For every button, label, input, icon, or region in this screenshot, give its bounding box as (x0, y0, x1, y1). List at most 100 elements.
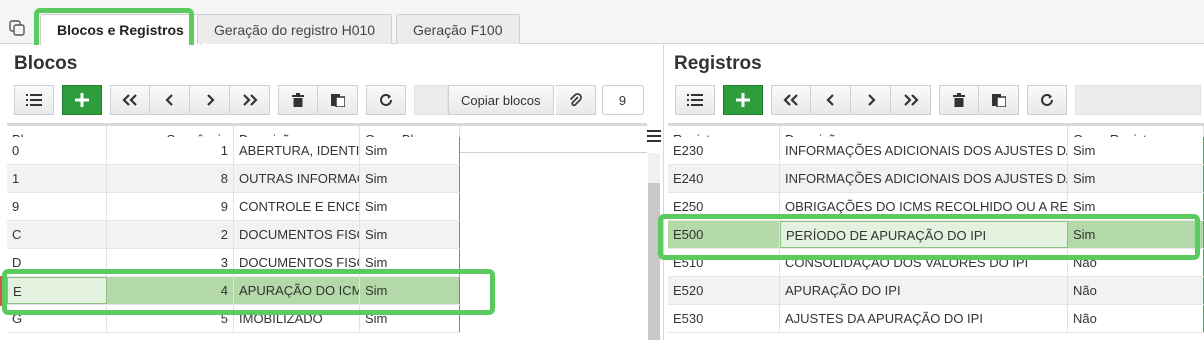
prev-button[interactable] (150, 85, 190, 115)
cell-bloco[interactable]: 9 (7, 193, 107, 220)
table-row[interactable]: E230 INFORMAÇÕES ADICIONAIS DOS AJUSTES D… (668, 137, 1204, 165)
cell-descricao[interactable]: CONTROLE E ENCERRAMENTO (234, 193, 360, 220)
next-button[interactable] (851, 85, 891, 115)
cell-descricao[interactable]: IMOBILIZADO (234, 305, 360, 332)
cell-bloco[interactable]: 0 (7, 137, 107, 164)
cell-registro[interactable]: E500 (668, 221, 780, 248)
registros-title: Registros (674, 53, 762, 74)
table-row[interactable]: E500 PERÍODO DE APURAÇÃO DO IPI Sim (668, 221, 1204, 249)
cell-descricao[interactable]: DOCUMENTOS FISCAIS I (234, 221, 360, 248)
refresh-button[interactable] (1027, 85, 1067, 115)
cell-gerar-registro[interactable]: Sim (1068, 165, 1204, 192)
table-row[interactable]: E240 INFORMAÇÕES ADICIONAIS DOS AJUSTES D… (668, 165, 1204, 193)
cell-gerar-bloco[interactable]: Sim (360, 193, 460, 220)
delete-button[interactable] (939, 85, 979, 115)
grid-menu-icon[interactable] (647, 129, 661, 143)
cell-descricao[interactable]: INFORMAÇÕES ADICIONAIS DOS AJUSTES DA AP… (780, 165, 1068, 192)
table-row[interactable]: C2DOCUMENTOS FISCAIS ISim (7, 221, 460, 249)
cell-bloco[interactable]: 1 (7, 165, 107, 192)
attach-button[interactable] (555, 85, 596, 115)
table-row[interactable]: E250 OBRIGAÇÕES DO ICMS RECOLHIDO OU A RE… (668, 193, 1204, 221)
table-row[interactable]: E510 CONSOLIDAÇÃO DOS VALORES DO IPI Não (668, 249, 1204, 277)
cell-sequencia[interactable]: 4 (107, 277, 234, 304)
cell-sequencia[interactable]: 9 (107, 193, 234, 220)
cell-descricao[interactable]: ABERTURA, IDENTIFICAÇÃO (234, 137, 360, 164)
cell-gerar-bloco[interactable]: Sim (360, 277, 460, 304)
cell-descricao[interactable]: DOCUMENTOS FISCAIS II (234, 249, 360, 276)
cell-gerar-bloco[interactable]: Sim (360, 165, 460, 192)
cell-gerar-registro[interactable]: Sim (1068, 137, 1204, 164)
first-button[interactable] (110, 85, 150, 115)
paste-button[interactable] (979, 85, 1019, 115)
blocos-scrollbar-thumb[interactable] (648, 183, 660, 340)
cell-gerar-bloco[interactable]: Sim (360, 249, 460, 276)
cell-bloco[interactable]: D (7, 249, 107, 276)
copy-blocks-button[interactable]: Copiar blocos (448, 85, 554, 115)
table-row[interactable]: D3DOCUMENTOS FISCAIS IISim (7, 249, 460, 277)
first-button[interactable] (771, 85, 811, 115)
cell-sequencia[interactable]: 3 (107, 249, 234, 276)
cell-registro[interactable]: E250 (668, 193, 780, 220)
cell-gerar-registro[interactable]: Não (1068, 249, 1204, 276)
table-row[interactable]: E530 AJUSTES DA APURAÇÃO DO IPI Não (668, 305, 1204, 333)
last-button[interactable] (230, 85, 270, 115)
prev-button[interactable] (811, 85, 851, 115)
cell-gerar-bloco[interactable]: Sim (360, 221, 460, 248)
cell-gerar-bloco[interactable]: Sim (360, 305, 460, 332)
cell-registro[interactable]: E510 (668, 249, 780, 276)
chevron-left-icon (825, 94, 834, 106)
chevron-right-icon (206, 94, 215, 106)
cell-sequencia[interactable]: 1 (107, 137, 234, 164)
list-button[interactable] (14, 85, 54, 115)
cell-registro[interactable]: E230 (668, 137, 780, 164)
cell-descricao[interactable]: AJUSTES DA APURAÇÃO DO IPI (780, 305, 1068, 332)
table-row[interactable]: 99CONTROLE E ENCERRAMENTOSim (7, 193, 460, 221)
cell-descricao[interactable]: APURAÇÃO DO IPI (780, 277, 1068, 304)
refresh-button[interactable] (366, 85, 406, 115)
chevron-right-icon (867, 94, 876, 106)
cell-descricao[interactable]: INFORMAÇÕES ADICIONAIS DOS AJUSTES DA AP… (780, 137, 1068, 164)
cell-gerar-registro[interactable]: Não (1068, 305, 1204, 332)
cell-descricao[interactable]: CONSOLIDAÇÃO DOS VALORES DO IPI (780, 249, 1068, 276)
cell-descricao[interactable]: APURAÇÃO DO ICMS E DO IPI (234, 277, 360, 304)
table-row[interactable]: 01ABERTURA, IDENTIFICAÇÃOSim (7, 137, 460, 165)
paperclip-icon (569, 93, 582, 107)
cell-bloco[interactable]: G (7, 305, 107, 332)
cell-sequencia[interactable]: 8 (107, 165, 234, 192)
tab-geracao-h010[interactable]: Geração do registro H010 (197, 14, 393, 44)
cell-bloco[interactable]: C (7, 221, 107, 248)
cell-registro[interactable]: E520 (668, 277, 780, 304)
table-row[interactable]: G 5 IMOBILIZADO Sim (7, 305, 460, 333)
cell-bloco[interactable]: E (7, 277, 107, 304)
paste-button[interactable] (318, 85, 358, 115)
clipboard-icon (991, 94, 1006, 107)
blocos-scrollbar[interactable] (648, 153, 660, 340)
table-row[interactable]: E520 APURAÇÃO DO IPI Não (668, 277, 1204, 305)
blocos-title: Blocos (14, 53, 78, 74)
cell-gerar-registro[interactable]: Sim (1068, 193, 1204, 220)
cell-descricao[interactable]: PERÍODO DE APURAÇÃO DO IPI (780, 221, 1068, 248)
delete-button[interactable] (278, 85, 318, 115)
cell-sequencia[interactable]: 2 (107, 221, 234, 248)
add-button[interactable] (62, 85, 102, 115)
next-button[interactable] (190, 85, 230, 115)
blocos-toolbar: Copiar blocos 9 (14, 83, 644, 117)
cell-sequencia[interactable]: 5 (107, 305, 234, 332)
cell-gerar-registro[interactable]: Não (1068, 277, 1204, 304)
table-row[interactable]: E4APURAÇÃO DO ICMS E DO IPISim (7, 277, 460, 305)
cell-gerar-registro[interactable]: Sim (1068, 221, 1204, 248)
list-icon (687, 94, 703, 106)
cell-gerar-bloco[interactable]: Sim (360, 137, 460, 164)
cell-registro[interactable]: E240 (668, 165, 780, 192)
double-chevron-right-icon (903, 94, 919, 106)
list-button[interactable] (675, 85, 715, 115)
table-row[interactable]: 18OUTRAS INFORMAÇÕESSim (7, 165, 460, 193)
last-button[interactable] (891, 85, 931, 115)
tab-geracao-f100[interactable]: Geração F100 (396, 14, 520, 44)
add-button[interactable] (723, 85, 763, 115)
tab-blocos-e-registros[interactable]: Blocos e Registros (40, 14, 201, 45)
cell-descricao[interactable]: OBRIGAÇÕES DO ICMS RECOLHIDO OU A RECOLH… (780, 193, 1068, 220)
cell-registro[interactable]: E530 (668, 305, 780, 332)
cell-descricao[interactable]: OUTRAS INFORMAÇÕES (234, 165, 360, 192)
copy-window-icon[interactable] (9, 20, 25, 36)
